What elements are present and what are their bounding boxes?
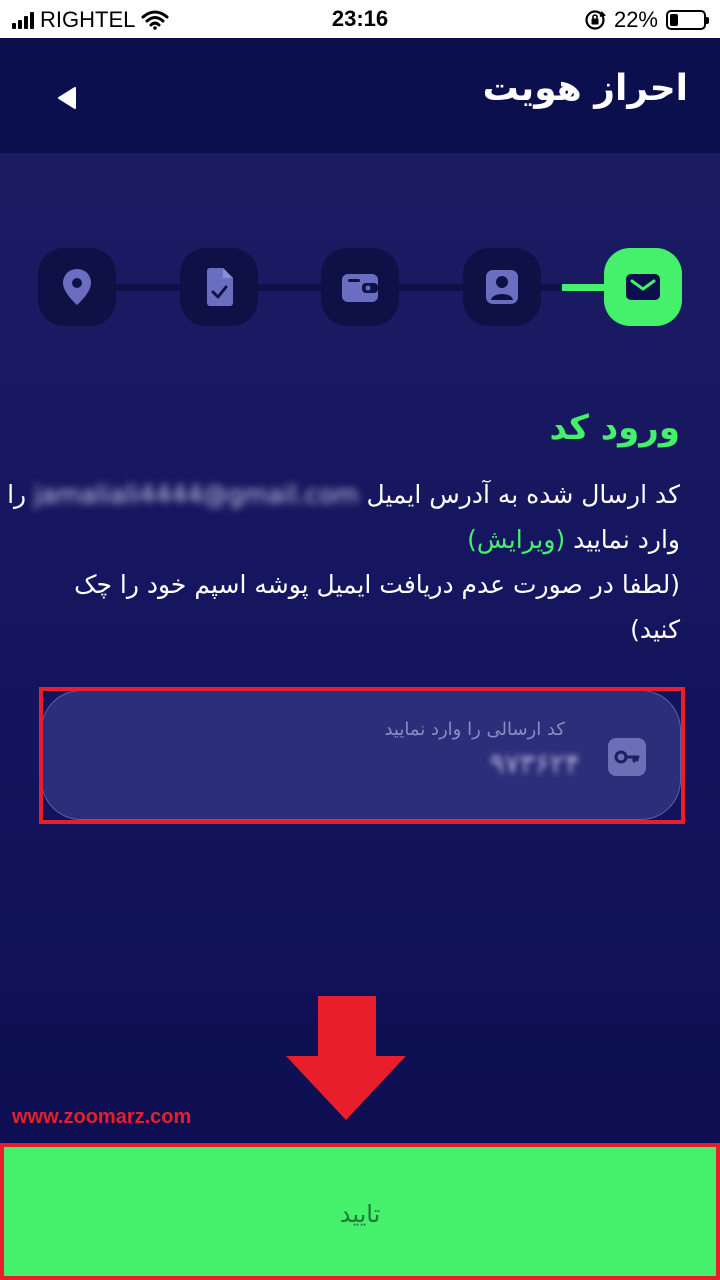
page: RIGHTEL 23:16 22% احراز هویت ورود کد کد … xyxy=(0,0,720,1280)
page-title: احراز هویت xyxy=(482,68,688,109)
confirm-button[interactable]: تایید xyxy=(8,1151,712,1276)
down-arrow-annotation-icon xyxy=(286,996,406,1120)
back-button[interactable] xyxy=(50,82,82,114)
section-title: ورود کد xyxy=(549,408,680,448)
wallet-icon xyxy=(342,274,378,302)
edit-email-link[interactable]: (ویرایش) xyxy=(467,525,565,554)
status-bar: RIGHTEL 23:16 22% xyxy=(0,0,720,38)
step-identity[interactable] xyxy=(463,248,541,326)
instruction-suffix: را xyxy=(7,480,27,509)
step-document[interactable] xyxy=(180,248,258,326)
location-pin-icon xyxy=(63,269,91,305)
email-address: jamaliali4444@gmail.com xyxy=(34,480,359,509)
step-wallet[interactable] xyxy=(321,248,399,326)
instruction-line-4: کنید) xyxy=(630,615,680,644)
email-icon xyxy=(626,274,660,300)
instruction-line-2: وارد نمایید (ویرایش) xyxy=(40,517,680,562)
document-check-icon xyxy=(207,268,233,306)
back-arrow-icon xyxy=(58,87,76,109)
rotation-lock-icon xyxy=(585,10,606,30)
user-id-icon xyxy=(486,270,518,304)
status-right: 22% xyxy=(584,7,709,33)
progress-stepper xyxy=(0,248,720,326)
step-email[interactable] xyxy=(604,248,682,326)
instruction-text: کد ارسال شده به آدرس ایمیل jamaliali4444… xyxy=(7,472,680,652)
instruction-line-3: (لطفا در صورت عدم دریافت ایمیل پوشه اسپم… xyxy=(74,570,680,599)
step-location[interactable] xyxy=(38,248,116,326)
battery-icon xyxy=(666,10,709,30)
watermark: www.zoomarz.com xyxy=(12,1106,192,1128)
instruction-line-1: کد ارسال شده به آدرس ایمیل jamaliali4444… xyxy=(7,472,680,517)
instruction-enter: وارد نمایید xyxy=(573,525,680,554)
instruction-prefix: کد ارسال شده به آدرس ایمیل xyxy=(366,480,680,509)
battery-percent: 22% xyxy=(613,7,658,32)
app-header: احراز هویت xyxy=(0,38,720,153)
confirm-highlight-box: تایید xyxy=(0,1143,720,1280)
input-highlight-box xyxy=(39,687,685,824)
stepper-track-active xyxy=(562,284,610,291)
